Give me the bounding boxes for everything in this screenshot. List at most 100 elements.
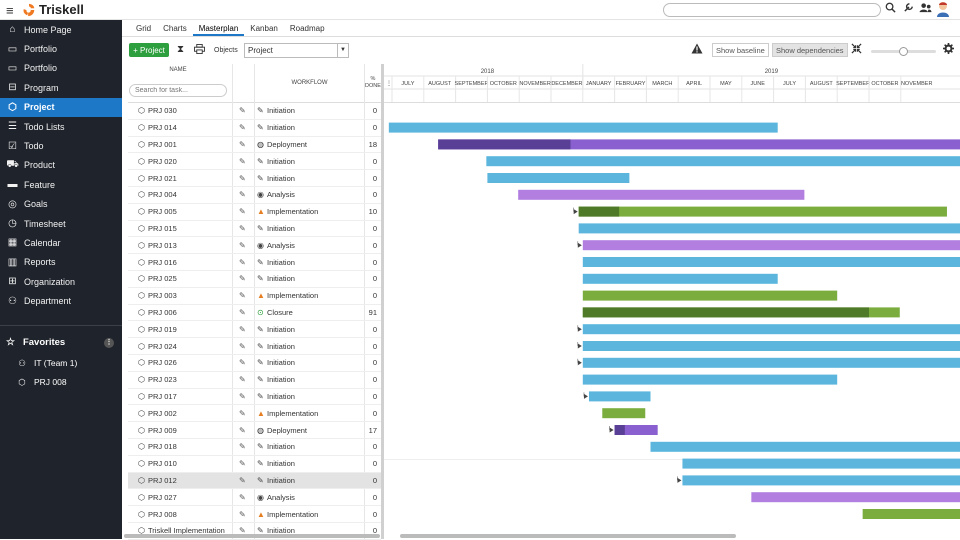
edit-icon[interactable]: ✎ — [239, 224, 246, 233]
row-name[interactable]: PRJ 005 — [148, 207, 177, 216]
edit-icon[interactable]: ✎ — [239, 140, 246, 149]
grid-horizontal-scrollbar[interactable] — [124, 534, 380, 538]
gear-icon[interactable] — [943, 43, 954, 57]
edit-icon[interactable]: ✎ — [239, 358, 246, 367]
table-row[interactable]: ⬡ PRJ 027 ✎ ◉ Analysis 0 — [128, 489, 381, 507]
row-name[interactable]: PRJ 016 — [148, 258, 177, 267]
row-name[interactable]: PRJ 012 — [148, 476, 177, 485]
row-name[interactable]: PRJ 017 — [148, 392, 177, 401]
row-name[interactable]: PRJ 003 — [148, 291, 177, 300]
table-row[interactable]: ⬡ PRJ 030 ✎ ✎ Initiation 0 — [128, 103, 381, 120]
info-icon[interactable]: ⋮ — [104, 337, 114, 348]
row-name[interactable]: PRJ 008 — [148, 510, 177, 519]
table-row[interactable]: ⬡ PRJ 019 ✎ ✎ Initiation 0 — [128, 321, 381, 339]
table-row[interactable]: ⬡ PRJ 009 ✎ ◍ Deployment 17 — [128, 422, 381, 439]
row-name[interactable]: PRJ 020 — [148, 157, 177, 166]
column-header-done[interactable]: % DONE — [364, 76, 382, 90]
row-name[interactable]: PRJ 015 — [148, 224, 177, 233]
table-row[interactable]: ⬡ PRJ 010 ✎ ✎ Initiation 0 — [128, 456, 381, 473]
zoom-slider-handle[interactable] — [898, 47, 908, 56]
sidebar-item-feature[interactable]: ▬ Feature — [0, 175, 122, 194]
sidebar-item-home-page[interactable]: ⌂ Home Page — [0, 20, 122, 39]
row-name[interactable]: PRJ 024 — [148, 342, 177, 351]
tab-roadmap[interactable]: Roadmap — [284, 20, 331, 36]
sidebar-item-goals[interactable]: ◎ Goals — [0, 195, 122, 214]
zoom-slider[interactable] — [871, 47, 936, 56]
sidebar-item-project[interactable]: ⬡ Project — [0, 97, 122, 117]
tab-kanban[interactable]: Kanban — [244, 20, 284, 36]
sidebar-item-reports[interactable]: ▥ Reports — [0, 253, 122, 272]
table-row[interactable]: ⬡ PRJ 023 ✎ ✎ Initiation 0 — [128, 372, 381, 389]
row-name[interactable]: PRJ 027 — [148, 493, 177, 502]
search-icon[interactable] — [885, 2, 896, 16]
logo[interactable]: Triskell — [22, 2, 84, 17]
edit-icon[interactable]: ✎ — [239, 207, 246, 216]
sidebar-item-calendar[interactable]: ▦ Calendar — [0, 233, 122, 252]
table-row[interactable]: ⬡ PRJ 014 ✎ ✎ Initiation 0 — [128, 120, 381, 137]
row-name[interactable]: PRJ 026 — [148, 358, 177, 367]
favorites-header[interactable]: ☆ Favorites ⋮ — [0, 332, 122, 354]
sidebar-item-portfolio[interactable]: ▭ Portfolio — [0, 59, 122, 78]
table-row[interactable]: ⬡ PRJ 004 ✎ ◉ Analysis 0 — [128, 187, 381, 204]
table-row[interactable]: ⬡ PRJ 024 ✎ ✎ Initiation 0 — [128, 338, 381, 355]
row-name[interactable]: PRJ 018 — [148, 442, 177, 451]
sidebar-item-product[interactable]: ⛟ Product — [0, 156, 122, 175]
row-name[interactable]: PRJ 021 — [148, 174, 177, 183]
sidebar-item-department[interactable]: ⚇ Department — [0, 291, 122, 310]
edit-icon[interactable]: ✎ — [239, 476, 246, 485]
row-name[interactable]: PRJ 023 — [148, 375, 177, 384]
table-row[interactable]: ⬡ PRJ 008 ✎ ▲ Implementation 0 — [128, 506, 381, 523]
row-name[interactable]: PRJ 010 — [148, 459, 177, 468]
sidebar-item-todo-lists[interactable]: ☰ Todo Lists — [0, 117, 122, 136]
edit-icon[interactable]: ✎ — [239, 325, 246, 334]
edit-icon[interactable]: ✎ — [239, 342, 246, 351]
edit-icon[interactable]: ✎ — [239, 291, 246, 300]
edit-icon[interactable]: ✎ — [239, 409, 246, 418]
global-search-input[interactable] — [663, 3, 881, 17]
tab-masterplan[interactable]: Masterplan — [192, 20, 245, 36]
row-name[interactable]: PRJ 002 — [148, 409, 177, 418]
row-name[interactable]: PRJ 019 — [148, 325, 177, 334]
column-header-workflow[interactable]: WORKFLOW — [256, 80, 363, 86]
warning-icon[interactable] — [691, 43, 703, 57]
table-row[interactable]: ⬡ PRJ 006 ✎ ⊙ Closure 91 — [128, 305, 381, 322]
table-row[interactable]: ⬡ PRJ 021 ✎ ✎ Initiation 0 — [128, 170, 381, 187]
show-dependencies-button[interactable]: Show dependencies — [772, 43, 848, 57]
row-name[interactable]: PRJ 001 — [148, 140, 177, 149]
row-name[interactable]: PRJ 014 — [148, 123, 177, 132]
row-name[interactable]: PRJ 030 — [148, 106, 177, 115]
edit-icon[interactable]: ✎ — [239, 241, 246, 250]
sidebar-item-portfolio[interactable]: ▭ Portfolio — [0, 39, 122, 58]
table-row[interactable]: ⬡ PRJ 003 ✎ ▲ Implementation 0 — [128, 288, 381, 305]
wrench-icon[interactable] — [903, 2, 914, 16]
edit-icon[interactable]: ✎ — [239, 426, 246, 435]
edit-icon[interactable]: ✎ — [239, 510, 246, 519]
edit-icon[interactable]: ✎ — [239, 190, 246, 199]
table-row[interactable]: ⬡ PRJ 001 ✎ ◍ Deployment 18 — [128, 137, 381, 154]
edit-icon[interactable]: ✎ — [239, 308, 246, 317]
users-icon[interactable] — [919, 2, 932, 16]
edit-icon[interactable]: ✎ — [239, 274, 246, 283]
edit-icon[interactable]: ✎ — [239, 459, 246, 468]
print-icon[interactable] — [194, 44, 205, 57]
edit-icon[interactable]: ✎ — [239, 174, 246, 183]
column-header-name[interactable]: NAME — [128, 67, 228, 73]
task-search-input[interactable] — [129, 84, 227, 97]
table-row[interactable]: ⬡ PRJ 020 ✎ ✎ Initiation 0 — [128, 153, 381, 171]
table-row[interactable]: ⬡ PRJ 002 ✎ ▲ Implementation 0 — [128, 405, 381, 423]
avatar[interactable] — [936, 1, 950, 20]
tab-charts[interactable]: Charts — [157, 20, 193, 36]
edit-icon[interactable]: ✎ — [239, 106, 246, 115]
gantt-horizontal-scrollbar[interactable] — [400, 534, 736, 538]
table-row[interactable]: ⬡ PRJ 016 ✎ ✎ Initiation 0 — [128, 254, 381, 271]
sidebar-item-organization[interactable]: ⊞ Organization — [0, 272, 122, 291]
table-row[interactable]: ⬡ PRJ 015 ✎ ✎ Initiation 0 — [128, 221, 381, 238]
show-baseline-button[interactable]: Show baseline — [712, 43, 769, 57]
sidebar-item-timesheet[interactable]: ◷ Timesheet — [0, 214, 122, 233]
edit-icon[interactable]: ✎ — [239, 442, 246, 451]
table-row[interactable]: ⬡ PRJ 026 ✎ ✎ Initiation 0 — [128, 355, 381, 372]
table-row[interactable]: ⬡ PRJ 005 ✎ ▲ Implementation 10 — [128, 204, 381, 221]
tab-grid[interactable]: Grid — [130, 20, 157, 36]
sidebar-item-todo[interactable]: ☑ Todo — [0, 136, 122, 155]
table-row[interactable]: ⬡ PRJ 017 ✎ ✎ Initiation 0 — [128, 389, 381, 406]
